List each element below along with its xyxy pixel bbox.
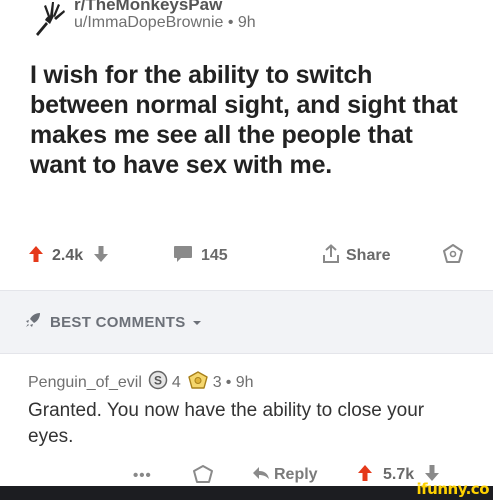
svg-text:S: S — [154, 374, 162, 388]
subreddit-name[interactable]: r/TheMonkeysPaw — [74, 0, 256, 14]
reply-arrow-icon — [252, 466, 270, 485]
post-title[interactable]: I wish for the ability to switch between… — [30, 60, 470, 180]
chevron-down-icon — [192, 314, 202, 332]
more-options-button[interactable]: ••• — [133, 467, 152, 484]
reply-label: Reply — [274, 466, 318, 483]
sort-dropdown[interactable]: BEST COMMENTS — [24, 311, 202, 334]
share-button[interactable]: Share — [322, 243, 432, 269]
monkey-paw-icon[interactable] — [28, 0, 68, 38]
comment-body[interactable]: Granted. You now have the ability to clo… — [28, 398, 448, 450]
share-label: Share — [346, 247, 391, 264]
post-action-bar: 2.4k 145 Share — [28, 240, 473, 272]
ifunny-watermark: ifunny.co — [416, 480, 490, 498]
silver-award-count: 4 — [171, 373, 181, 391]
comment-vote-count: 5.7k — [383, 466, 415, 483]
downvote-icon[interactable] — [93, 245, 109, 268]
comment-username[interactable]: Penguin_of_evil — [28, 374, 142, 392]
rocket-icon — [24, 311, 42, 334]
post-vote-count: 2.4k — [52, 247, 84, 264]
comment-time: • 9h — [225, 373, 254, 391]
comment-upvote-icon[interactable] — [357, 464, 373, 487]
gold-award-icon[interactable] — [187, 370, 209, 395]
award-button[interactable] — [442, 243, 464, 270]
sort-label: BEST COMMENTS — [50, 314, 186, 331]
post-vote-group: 2.4k — [28, 245, 153, 268]
award-icon — [442, 243, 464, 270]
sort-bar: BEST COMMENTS — [0, 290, 493, 354]
comment-bubble-icon — [173, 245, 193, 268]
post-author[interactable]: u/ImmaDopeBrownie • 9h — [74, 14, 256, 32]
reply-button[interactable]: Reply — [252, 466, 318, 485]
share-icon — [322, 243, 340, 269]
comments-button[interactable]: 145 — [173, 245, 308, 268]
silver-award-icon[interactable]: S — [148, 370, 168, 395]
upvote-icon[interactable] — [28, 245, 44, 268]
gold-award-count: 3 — [212, 373, 222, 391]
comments-count: 145 — [201, 247, 228, 264]
comment-meta: Penguin_of_evil S 4 3 • 9h — [28, 370, 254, 395]
post-header: r/TheMonkeysPaw u/ImmaDopeBrownie • 9h — [28, 0, 256, 40]
